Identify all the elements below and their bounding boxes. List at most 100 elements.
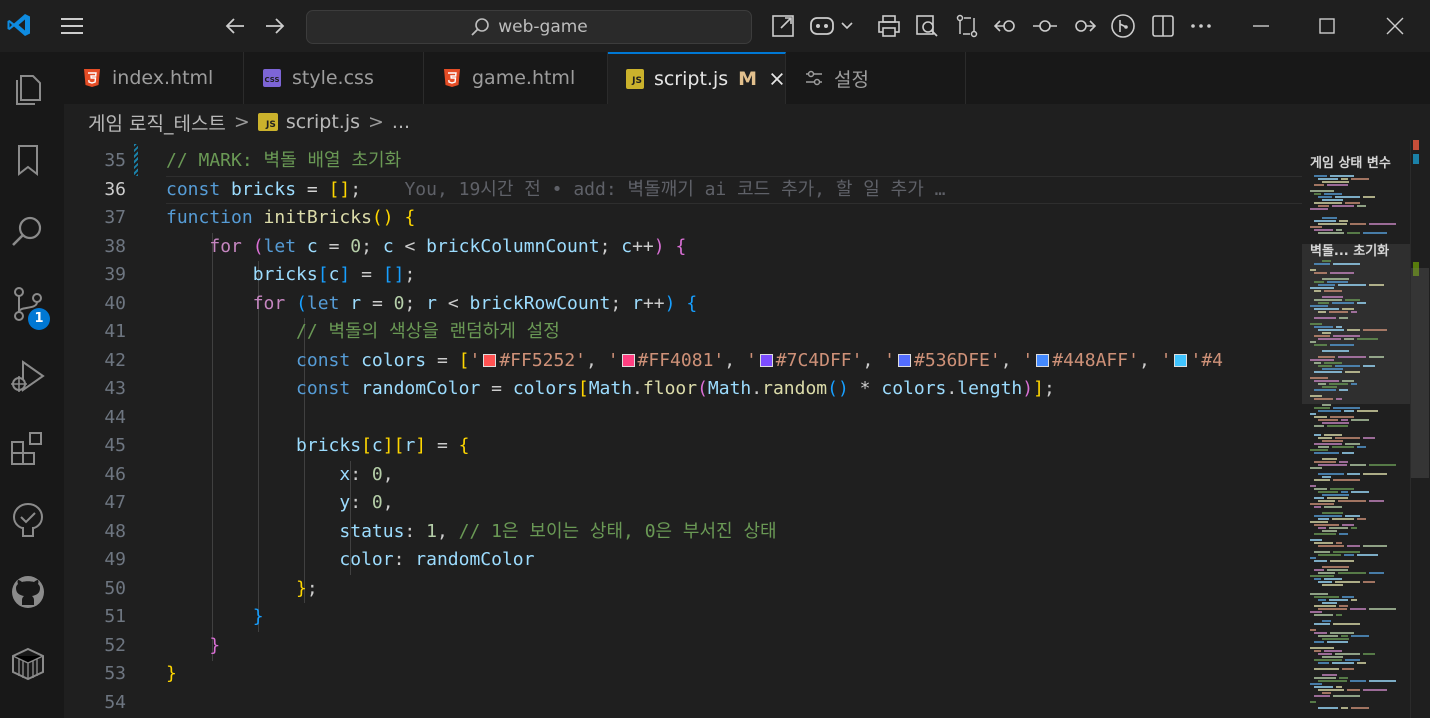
minimize-icon[interactable] bbox=[1248, 13, 1274, 39]
more-actions-icon[interactable] bbox=[1188, 13, 1214, 39]
github-icon[interactable] bbox=[8, 572, 48, 612]
code-line: x: 0, bbox=[339, 464, 394, 485]
testing-icon[interactable] bbox=[8, 500, 48, 540]
line-number: 48 bbox=[104, 521, 126, 542]
copilot-icon[interactable] bbox=[808, 13, 854, 39]
color-swatch[interactable] bbox=[483, 354, 497, 367]
minimap-row bbox=[1314, 220, 1336, 222]
color-swatch[interactable] bbox=[759, 354, 773, 367]
minimap-row bbox=[1332, 662, 1354, 664]
vertical-scrollbar[interactable] bbox=[1410, 140, 1430, 718]
minimap-row bbox=[1314, 488, 1327, 490]
run-debug-icon[interactable] bbox=[8, 356, 48, 396]
scrollbar-thumb[interactable] bbox=[1411, 268, 1429, 478]
minimap-row bbox=[1363, 545, 1387, 547]
tab-index-html[interactable]: index.html bbox=[64, 52, 244, 104]
minimap-row bbox=[1310, 226, 1322, 228]
forward-arrow-icon[interactable] bbox=[264, 15, 286, 37]
explorer-icon[interactable] bbox=[8, 68, 48, 108]
minimap-row bbox=[1324, 650, 1342, 652]
code-editor[interactable]: 35 36 37 38 39 40 41 42 43 44 45 46 47 4… bbox=[64, 140, 1302, 718]
minimap-row bbox=[1339, 220, 1348, 222]
minimap-row bbox=[1324, 362, 1342, 364]
git-previous-icon[interactable] bbox=[993, 13, 1020, 39]
color-swatch[interactable] bbox=[1036, 354, 1050, 367]
print-icon[interactable] bbox=[876, 13, 902, 39]
color-swatch[interactable] bbox=[621, 354, 635, 367]
minimap-row bbox=[1314, 425, 1324, 427]
close-window-icon[interactable] bbox=[1382, 13, 1408, 39]
minimap-row bbox=[1342, 380, 1354, 382]
minimap-row bbox=[1318, 653, 1332, 655]
minimap-row bbox=[1318, 581, 1332, 583]
command-search-box[interactable]: web-game bbox=[306, 10, 752, 44]
minimap-row bbox=[1314, 641, 1324, 643]
minimap-row bbox=[1314, 668, 1339, 670]
tab-settings[interactable]: 설정 bbox=[786, 52, 966, 104]
code-line: const randomColor = colors[Math.floor(Ma… bbox=[296, 378, 1055, 399]
minimap-row bbox=[1327, 497, 1348, 499]
tab-label: style.css bbox=[292, 67, 374, 89]
tab-game-html[interactable]: game.html bbox=[424, 52, 608, 104]
minimap-row bbox=[1310, 190, 1334, 192]
breadcrumb-file[interactable]: script.js bbox=[286, 111, 360, 133]
line-number: 35 bbox=[104, 150, 126, 171]
minimap-row bbox=[1314, 695, 1330, 697]
git-next-icon[interactable] bbox=[1070, 13, 1097, 39]
minimap-row bbox=[1310, 593, 1328, 595]
back-arrow-icon[interactable] bbox=[224, 15, 246, 37]
code-line: } bbox=[209, 635, 221, 656]
minimap-row bbox=[1345, 202, 1360, 204]
minimap-row bbox=[1314, 677, 1336, 679]
minimap-row bbox=[1318, 608, 1347, 610]
minimap-row bbox=[1330, 175, 1354, 177]
line-number: 36 bbox=[104, 179, 126, 200]
minimap-row bbox=[1357, 446, 1366, 448]
inspect-icon[interactable] bbox=[914, 13, 940, 39]
open-external-icon[interactable] bbox=[770, 13, 796, 39]
html-file-icon bbox=[84, 69, 100, 87]
split-editor-icon[interactable] bbox=[1150, 13, 1176, 39]
minimap-row bbox=[1345, 299, 1360, 301]
extensions-icon[interactable] bbox=[8, 428, 48, 468]
line-number: 43 bbox=[104, 378, 126, 399]
tab-script-js[interactable]: JS script.js M bbox=[608, 52, 786, 104]
minimap-row bbox=[1322, 476, 1331, 478]
color-swatch[interactable] bbox=[1174, 354, 1188, 367]
git-commit-icon[interactable] bbox=[1032, 13, 1058, 39]
minimap-row bbox=[1318, 545, 1344, 547]
minimap-row bbox=[1357, 338, 1378, 340]
minimap-row bbox=[1322, 404, 1331, 406]
compare-changes-icon[interactable] bbox=[954, 13, 980, 39]
minimap-row bbox=[1351, 635, 1369, 637]
remote-containers-icon[interactable] bbox=[8, 644, 48, 684]
minimap-row bbox=[1324, 193, 1342, 195]
minimap-row bbox=[1314, 443, 1342, 445]
minimap-row bbox=[1314, 371, 1342, 373]
minimap-row bbox=[1322, 217, 1337, 219]
minimap-row bbox=[1318, 284, 1335, 286]
minimap[interactable]: 게임 상태 변수 벽돌... 초기화 bbox=[1302, 140, 1410, 718]
minimap-row bbox=[1363, 196, 1375, 198]
minimap-row bbox=[1342, 596, 1354, 598]
line-number: 45 bbox=[104, 435, 126, 456]
breadcrumb-folder[interactable]: 게임 로직_테스트 bbox=[88, 109, 226, 136]
minimap-section-heading: 벽돌... 초기화 bbox=[1310, 244, 1390, 259]
git-graph-icon[interactable] bbox=[1110, 13, 1136, 39]
minimap-row bbox=[1314, 398, 1333, 400]
tab-style-css[interactable]: CSS style.css bbox=[244, 52, 424, 104]
minimap-row bbox=[1318, 356, 1335, 358]
menu-icon[interactable] bbox=[60, 16, 84, 36]
minimap-row bbox=[1314, 533, 1336, 535]
maximize-icon[interactable] bbox=[1314, 13, 1340, 39]
minimap-row bbox=[1369, 500, 1384, 502]
search-sidebar-icon[interactable] bbox=[8, 212, 48, 252]
minimap-row bbox=[1314, 175, 1327, 177]
close-tab-icon[interactable] bbox=[769, 70, 785, 88]
color-swatch[interactable] bbox=[898, 354, 912, 367]
breadcrumb-symbol[interactable]: ... bbox=[392, 111, 410, 133]
minimap-row bbox=[1333, 695, 1360, 697]
minimap-row bbox=[1322, 566, 1349, 568]
minimap-row bbox=[1335, 365, 1360, 367]
bookmarks-icon[interactable] bbox=[8, 140, 48, 180]
